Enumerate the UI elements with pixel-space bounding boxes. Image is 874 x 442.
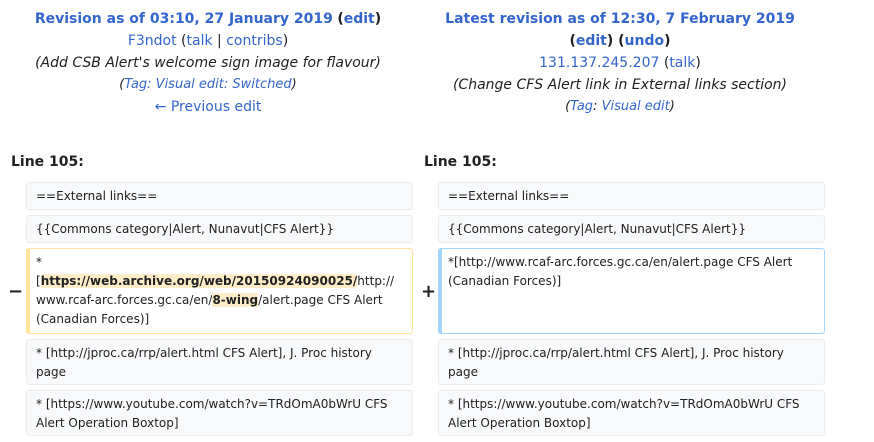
old-user-line: F3ndot (talk | contribs) <box>127 33 289 49</box>
new-ip-link[interactable]: 131.137.245.207 <box>539 55 659 71</box>
new-user-line: 131.137.245.207 (talk) <box>539 55 701 71</box>
right-context-external-links: ==External links== <box>438 182 825 210</box>
left-line-number: Line 105: <box>11 154 84 170</box>
deleted-star: * <box>36 255 42 269</box>
left-context-external-links: ==External links== <box>26 182 413 210</box>
left-context-commons: {{Commons category|Alert, Nunavut|CFS Al… <box>26 215 413 243</box>
new-ip-talk-link[interactable]: talk <box>669 55 695 71</box>
undo-link[interactable]: undo <box>625 33 665 49</box>
right-context-youtube: * [https://www.youtube.com/watch?v=TRdOm… <box>438 390 825 436</box>
new-revision-actions: (edit) (undo) <box>569 33 671 49</box>
left-context-youtube: * [https://www.youtube.com/watch?v=TRdOm… <box>26 390 413 436</box>
old-edit-summary: (Add CSB Alert's welcome sign image for … <box>35 55 381 71</box>
right-line-number: Line 105: <box>424 154 497 170</box>
new-edit-link[interactable]: edit <box>576 33 607 49</box>
new-edit-summary: (Change CFS Alert link in External links… <box>452 77 788 93</box>
new-revision-header: Latest revision as of 12:30, 7 February … <box>420 8 820 118</box>
deletion-marker: − <box>8 281 24 302</box>
deleted-highlight-archive: https://web.archive.org/web/201509240900… <box>40 274 358 288</box>
deleted-text-part: [ <box>36 274 41 288</box>
old-tags: (Tag: Visual edit: Switched) <box>119 77 297 92</box>
right-context-jproc: * [http://jproc.ca/rrp/alert.html CFS Al… <box>438 339 825 385</box>
old-user-talk-link[interactable]: talk <box>187 33 213 49</box>
old-revision-link[interactable]: Revision as of 03:10, 27 January 2019 <box>35 11 333 27</box>
old-tag-link[interactable]: Tag: Visual edit: Switched <box>124 77 291 92</box>
deleted-line: * [https://web.archive.org/web/201509240… <box>26 248 413 334</box>
old-user-contribs-link[interactable]: contribs <box>226 33 282 49</box>
left-context-jproc: * [http://jproc.ca/rrp/alert.html CFS Al… <box>26 339 413 385</box>
added-line: *[http://www.rcaf-arc.forces.gc.ca/en/al… <box>438 248 825 334</box>
previous-edit-link[interactable]: ← Previous edit <box>155 99 262 115</box>
new-revision-link[interactable]: Latest revision as of 12:30, 7 February … <box>445 11 795 27</box>
addition-marker: + <box>421 281 437 302</box>
old-revision-title-line: Revision as of 03:10, 27 January 2019 (e… <box>34 11 382 27</box>
old-revision-header: Revision as of 03:10, 27 January 2019 (e… <box>8 8 408 118</box>
old-edit-link[interactable]: edit <box>344 11 375 27</box>
new-tag-label-link[interactable]: Tag <box>570 99 593 114</box>
right-context-commons: {{Commons category|Alert, Nunavut|CFS Al… <box>438 215 825 243</box>
new-tag-value-link[interactable]: Visual edit <box>602 99 670 114</box>
old-user-link[interactable]: F3ndot <box>128 33 177 49</box>
new-tags: (Tag: Visual edit) <box>565 99 675 114</box>
deleted-highlight-wing: 8-wing <box>212 293 259 307</box>
